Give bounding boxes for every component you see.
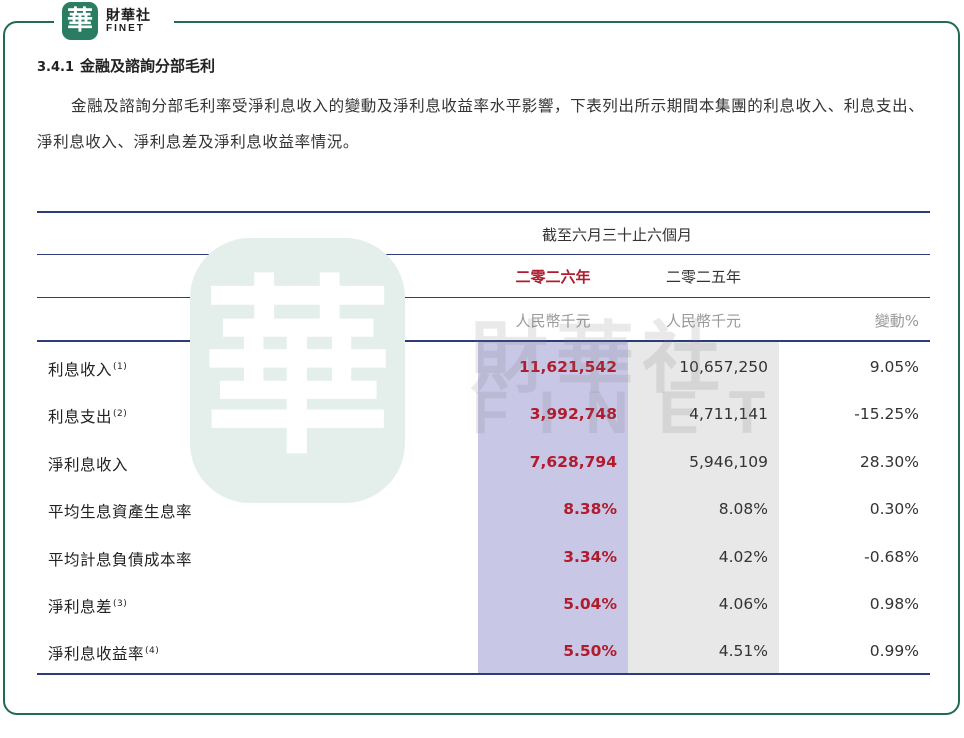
value-change: -0.68% bbox=[864, 547, 919, 566]
table-bottom-rule bbox=[37, 673, 930, 675]
value-change: 0.99% bbox=[869, 642, 919, 661]
logo-name-en: FINET bbox=[106, 23, 145, 34]
value-change: 9.05% bbox=[869, 358, 919, 376]
row-label-text: 利息支出 bbox=[48, 408, 113, 427]
section-title: 金融及諮詢分部毛利 bbox=[80, 57, 216, 75]
section-number: 3.4.1 bbox=[37, 60, 75, 75]
row-label-text: 平均生息資產生息率 bbox=[48, 503, 193, 522]
watermark-seal-icon: 華 bbox=[190, 238, 405, 503]
value-2026: 5.50% bbox=[563, 642, 617, 661]
value-change: 0.30% bbox=[869, 500, 919, 519]
row-label: 淨利息收益率(4) bbox=[48, 642, 159, 664]
value-2025: 8.08% bbox=[718, 500, 768, 519]
value-2026: 7,628,794 bbox=[529, 452, 617, 471]
row-note: (1) bbox=[113, 362, 128, 372]
row-label-text: 淨利息收益率 bbox=[48, 645, 145, 664]
value-2025: 5,946,109 bbox=[689, 452, 768, 471]
row-label: 平均生息資產生息率 bbox=[48, 500, 193, 522]
row-label-text: 利息收入 bbox=[48, 361, 113, 379]
year-2025-header: 二零二五年 bbox=[665, 268, 741, 286]
table-row: 平均計息負債成本率 3.34% 4.02% -0.68% bbox=[37, 534, 930, 581]
value-2025: 4.06% bbox=[718, 595, 768, 613]
row-label-text: 平均計息負債成本率 bbox=[48, 550, 193, 569]
row-note: (2) bbox=[113, 409, 128, 420]
logo-seal-icon: 華 bbox=[62, 2, 98, 40]
value-2026: 8.38% bbox=[563, 500, 617, 519]
row-label: 淨利息差(3) bbox=[48, 595, 127, 617]
finet-logo: 華 財華社 FINET bbox=[54, 0, 174, 44]
value-2025: 4.02% bbox=[718, 547, 768, 566]
value-2026: 3.34% bbox=[563, 547, 617, 566]
year-2026-header: 二零二六年 bbox=[515, 268, 591, 286]
table-row: 淨利息差(3) 5.04% 4.06% 0.98% bbox=[37, 581, 930, 628]
value-change: 0.98% bbox=[869, 595, 919, 613]
value-change: -15.25% bbox=[854, 405, 919, 424]
row-label: 利息支出(2) bbox=[48, 405, 127, 427]
section-heading: 3.4.1 金融及諮詢分部毛利 bbox=[37, 55, 215, 76]
table-top-rule bbox=[37, 211, 930, 213]
table-row: 平均生息資產生息率 8.38% 8.08% 0.30% bbox=[37, 486, 930, 533]
logo-name-cn: 財華社 bbox=[106, 8, 151, 24]
header-rule-1 bbox=[37, 254, 930, 255]
table-row: 淨利息收益率(4) 5.50% 4.51% 0.99% bbox=[37, 628, 930, 675]
row-label-text: 淨利息收入 bbox=[48, 455, 129, 474]
watermark-text-en: FINET bbox=[472, 379, 796, 446]
intro-paragraph: 金融及諮詢分部毛利率受淨利息收入的變動及淨利息收益率水平影響，下表列出所示期間本… bbox=[37, 97, 925, 151]
row-label: 平均計息負債成本率 bbox=[48, 548, 193, 570]
value-2026: 5.04% bbox=[563, 595, 617, 613]
row-label: 利息收入(1) bbox=[48, 358, 127, 380]
row-note: (4) bbox=[145, 646, 160, 657]
change-header: 變動% bbox=[874, 312, 919, 330]
period-header: 截至六月三十止六個月 bbox=[542, 226, 693, 244]
row-note: (3) bbox=[113, 599, 128, 609]
value-change: 28.30% bbox=[859, 452, 919, 471]
row-label: 淨利息收入 bbox=[48, 453, 129, 475]
value-2025: 4.51% bbox=[718, 642, 768, 661]
row-label-text: 淨利息差 bbox=[48, 598, 113, 616]
